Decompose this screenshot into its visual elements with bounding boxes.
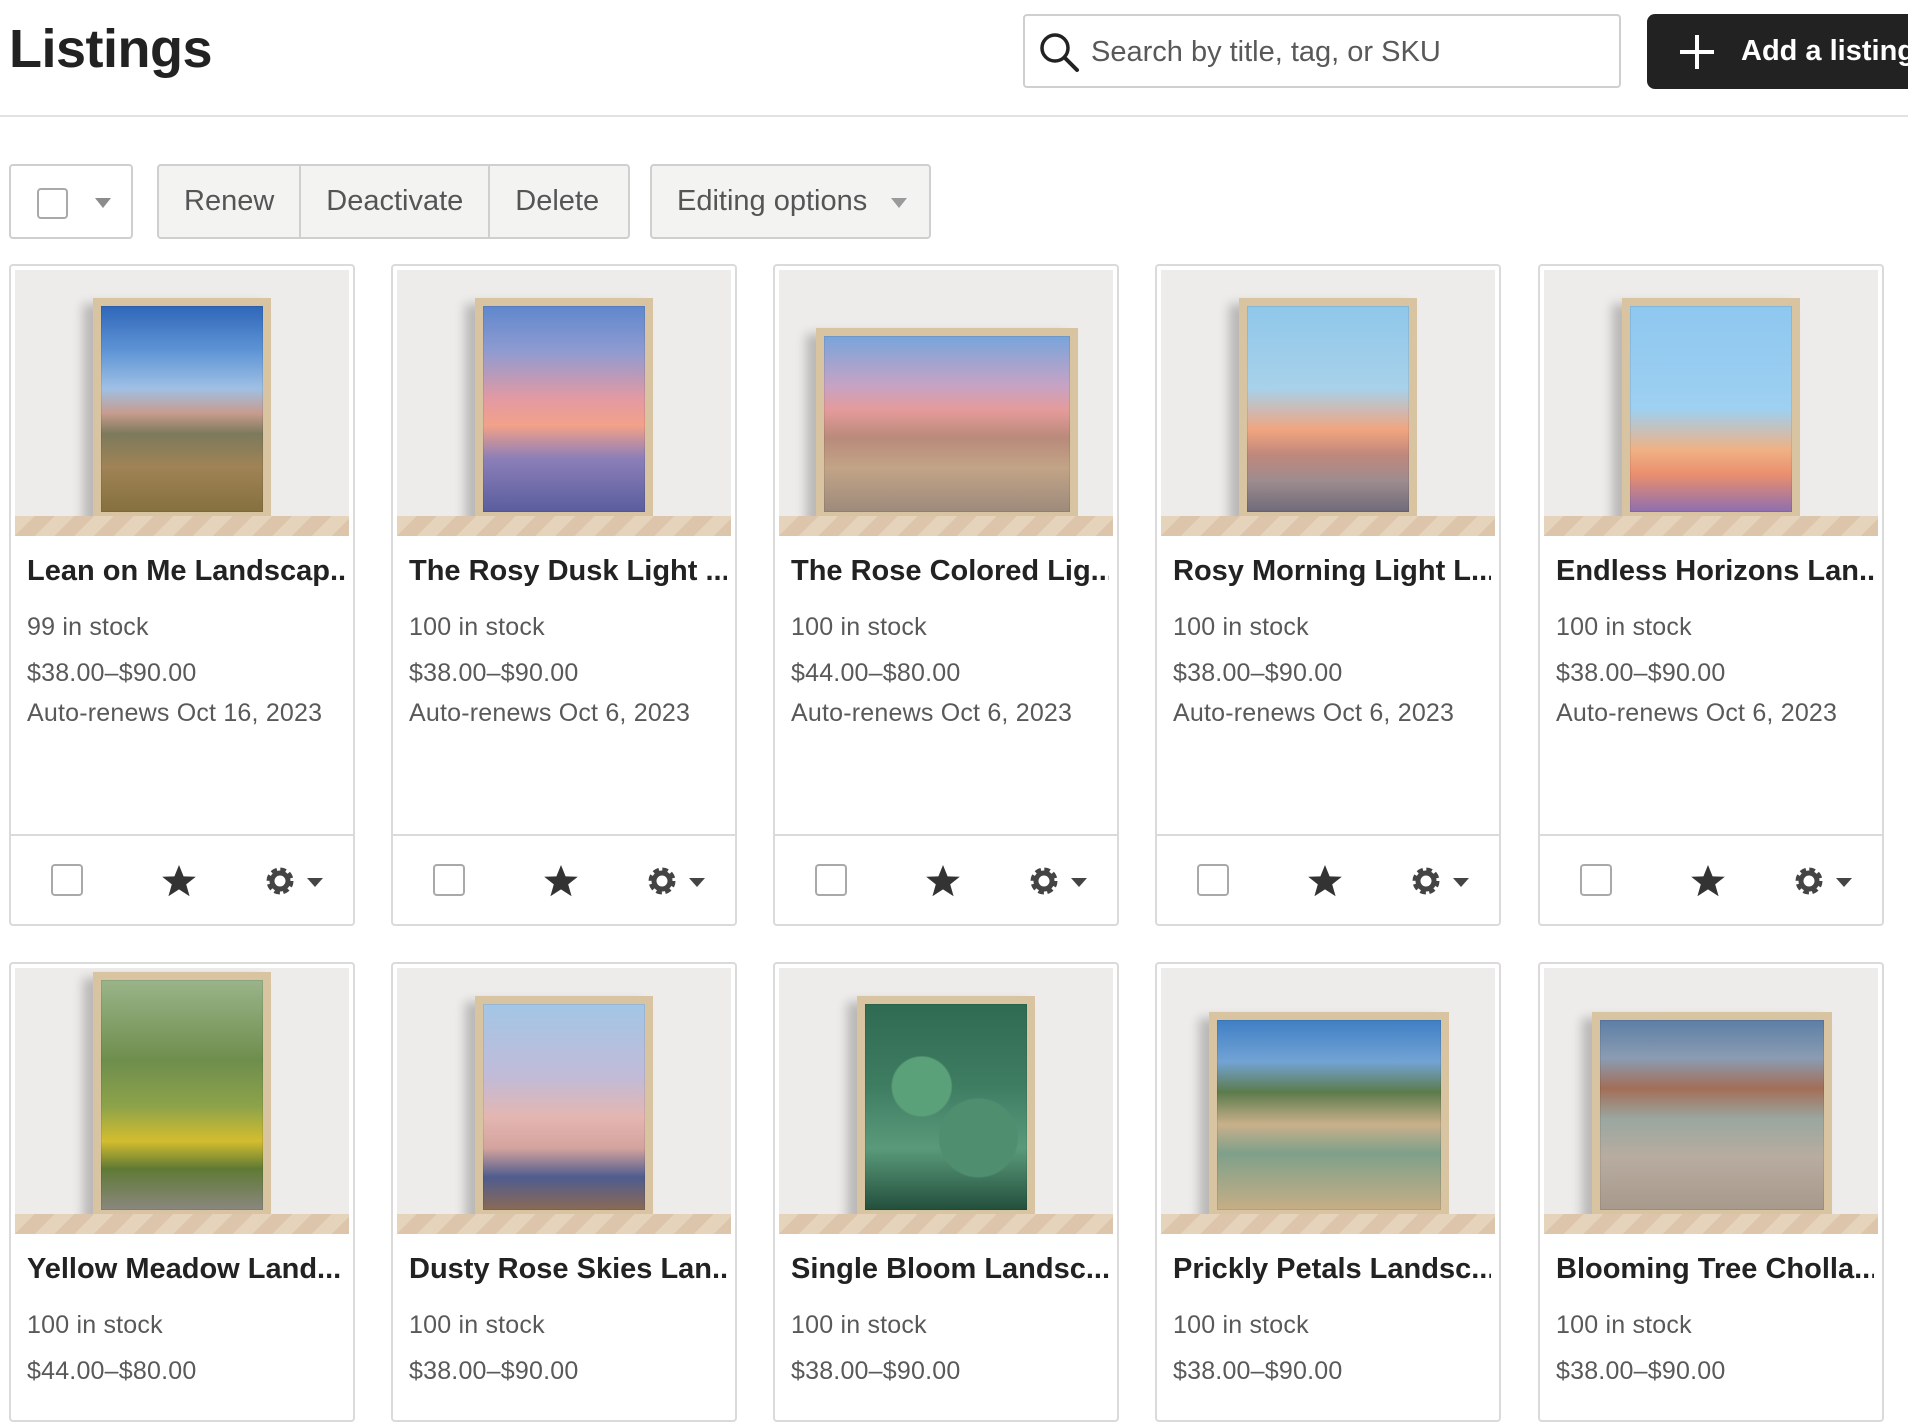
listing-stock: 100 in stock bbox=[409, 1311, 545, 1339]
listing-card[interactable]: Dusty Rose Skies Lan... 100 in stock $38… bbox=[391, 962, 737, 1422]
chevron-down-icon bbox=[95, 198, 111, 208]
chevron-down-icon bbox=[1453, 878, 1469, 887]
listing-renewal: Auto-renews Oct 6, 2023 bbox=[409, 699, 691, 727]
listing-price: $38.00–$90.00 bbox=[791, 1357, 961, 1385]
listing-title[interactable]: Endless Horizons Lan... bbox=[1556, 555, 1874, 588]
select-all-dropdown[interactable] bbox=[9, 164, 133, 239]
gear-icon[interactable] bbox=[261, 862, 299, 900]
listing-price: $38.00–$90.00 bbox=[27, 659, 197, 687]
search-icon bbox=[1040, 33, 1079, 72]
listing-checkbox[interactable] bbox=[1197, 864, 1229, 896]
chevron-down-icon bbox=[689, 878, 705, 887]
renew-button[interactable]: Renew bbox=[159, 166, 302, 237]
card-actions bbox=[393, 834, 735, 924]
editing-options-dropdown[interactable]: Editing options bbox=[650, 164, 931, 239]
add-listing-label: Add a listing bbox=[1741, 35, 1908, 67]
listing-card[interactable]: Blooming Tree Cholla... 100 in stock $38… bbox=[1538, 962, 1884, 1422]
listing-stock: 100 in stock bbox=[1556, 613, 1692, 641]
listing-stock: 100 in stock bbox=[791, 613, 927, 641]
select-all-checkbox[interactable] bbox=[37, 188, 68, 219]
star-icon[interactable] bbox=[543, 863, 579, 899]
chevron-down-icon bbox=[891, 198, 907, 208]
listing-title[interactable]: The Rose Colored Lig... bbox=[791, 555, 1109, 588]
listing-title[interactable]: Single Bloom Landsc... bbox=[791, 1253, 1109, 1286]
listing-image[interactable] bbox=[1544, 270, 1878, 536]
star-icon[interactable] bbox=[1690, 863, 1726, 899]
listing-stock: 100 in stock bbox=[791, 1311, 927, 1339]
listing-price: $38.00–$90.00 bbox=[409, 1357, 579, 1385]
card-actions bbox=[11, 834, 353, 924]
listing-card[interactable]: Lean on Me Landscap... 99 in stock $38.0… bbox=[9, 264, 355, 926]
listing-title[interactable]: Yellow Meadow Land... bbox=[27, 1253, 345, 1286]
listing-renewal: Auto-renews Oct 16, 2023 bbox=[27, 699, 323, 727]
listing-image[interactable] bbox=[779, 270, 1113, 536]
page-title: Listings bbox=[9, 19, 213, 79]
listing-image[interactable] bbox=[397, 968, 731, 1234]
delete-button[interactable]: Delete bbox=[490, 166, 624, 237]
listing-title[interactable]: Dusty Rose Skies Lan... bbox=[409, 1253, 727, 1286]
editing-options-label: Editing options bbox=[677, 185, 868, 217]
plus-icon bbox=[1680, 35, 1714, 69]
listing-card[interactable]: Single Bloom Landsc... 100 in stock $38.… bbox=[773, 962, 1119, 1422]
card-actions bbox=[775, 834, 1117, 924]
listing-checkbox[interactable] bbox=[1580, 864, 1612, 896]
card-actions bbox=[1540, 834, 1882, 924]
listing-price: $38.00–$90.00 bbox=[1173, 1357, 1343, 1385]
bulk-actions: Renew Deactivate Delete bbox=[157, 164, 630, 239]
gear-icon[interactable] bbox=[1790, 862, 1828, 900]
listing-title[interactable]: The Rosy Dusk Light ... bbox=[409, 555, 727, 588]
listing-price: $38.00–$90.00 bbox=[409, 659, 579, 687]
listing-image[interactable] bbox=[779, 968, 1113, 1234]
add-listing-button[interactable]: Add a listing bbox=[1647, 14, 1908, 89]
star-icon[interactable] bbox=[161, 863, 197, 899]
deactivate-button[interactable]: Deactivate bbox=[301, 166, 491, 237]
listing-stock: 99 in stock bbox=[27, 613, 149, 641]
listing-stock: 100 in stock bbox=[27, 1311, 163, 1339]
gear-icon[interactable] bbox=[1407, 862, 1445, 900]
listing-stock: 100 in stock bbox=[1556, 1311, 1692, 1339]
gear-icon[interactable] bbox=[1025, 862, 1063, 900]
listing-title[interactable]: Rosy Morning Light L... bbox=[1173, 555, 1491, 588]
listing-title[interactable]: Prickly Petals Landsc... bbox=[1173, 1253, 1491, 1286]
listing-renewal: Auto-renews Oct 6, 2023 bbox=[1173, 699, 1455, 727]
listing-price: $38.00–$90.00 bbox=[1556, 1357, 1726, 1385]
star-icon[interactable] bbox=[1307, 863, 1343, 899]
chevron-down-icon bbox=[1836, 878, 1852, 887]
listing-image[interactable] bbox=[1544, 968, 1878, 1234]
card-actions bbox=[1157, 834, 1499, 924]
listing-image[interactable] bbox=[15, 270, 349, 536]
listing-price: $44.00–$80.00 bbox=[791, 659, 961, 687]
listing-card[interactable]: Yellow Meadow Land... 100 in stock $44.0… bbox=[9, 962, 355, 1422]
listing-renewal: Auto-renews Oct 6, 2023 bbox=[1556, 699, 1838, 727]
listing-title[interactable]: Lean on Me Landscap... bbox=[27, 555, 345, 588]
listing-checkbox[interactable] bbox=[815, 864, 847, 896]
listing-image[interactable] bbox=[1161, 270, 1495, 536]
listing-price: $38.00–$90.00 bbox=[1173, 659, 1343, 687]
gear-icon[interactable] bbox=[643, 862, 681, 900]
listing-card[interactable]: The Rose Colored Lig... 100 in stock $44… bbox=[773, 264, 1119, 926]
listing-price: $38.00–$90.00 bbox=[1556, 659, 1726, 687]
search-input[interactable] bbox=[1089, 18, 1613, 86]
chevron-down-icon bbox=[1071, 878, 1087, 887]
star-icon[interactable] bbox=[925, 863, 961, 899]
listing-image[interactable] bbox=[1161, 968, 1495, 1234]
listing-price: $44.00–$80.00 bbox=[27, 1357, 197, 1385]
listing-checkbox[interactable] bbox=[51, 864, 83, 896]
listing-image[interactable] bbox=[397, 270, 731, 536]
listing-renewal: Auto-renews Oct 6, 2023 bbox=[791, 699, 1073, 727]
listing-stock: 100 in stock bbox=[409, 613, 545, 641]
page-header: Listings Add a listing bbox=[0, 0, 1908, 117]
listing-card[interactable]: Prickly Petals Landsc... 100 in stock $3… bbox=[1155, 962, 1501, 1422]
listing-stock: 100 in stock bbox=[1173, 1311, 1309, 1339]
listing-card[interactable]: Endless Horizons Lan... 100 in stock $38… bbox=[1538, 264, 1884, 926]
listing-stock: 100 in stock bbox=[1173, 613, 1309, 641]
listing-card[interactable]: The Rosy Dusk Light ... 100 in stock $38… bbox=[391, 264, 737, 926]
listing-checkbox[interactable] bbox=[433, 864, 465, 896]
chevron-down-icon bbox=[307, 878, 323, 887]
listing-title[interactable]: Blooming Tree Cholla... bbox=[1556, 1253, 1874, 1286]
listing-card[interactable]: Rosy Morning Light L... 100 in stock $38… bbox=[1155, 264, 1501, 926]
listing-image[interactable] bbox=[15, 968, 349, 1234]
search-box[interactable] bbox=[1023, 14, 1621, 88]
